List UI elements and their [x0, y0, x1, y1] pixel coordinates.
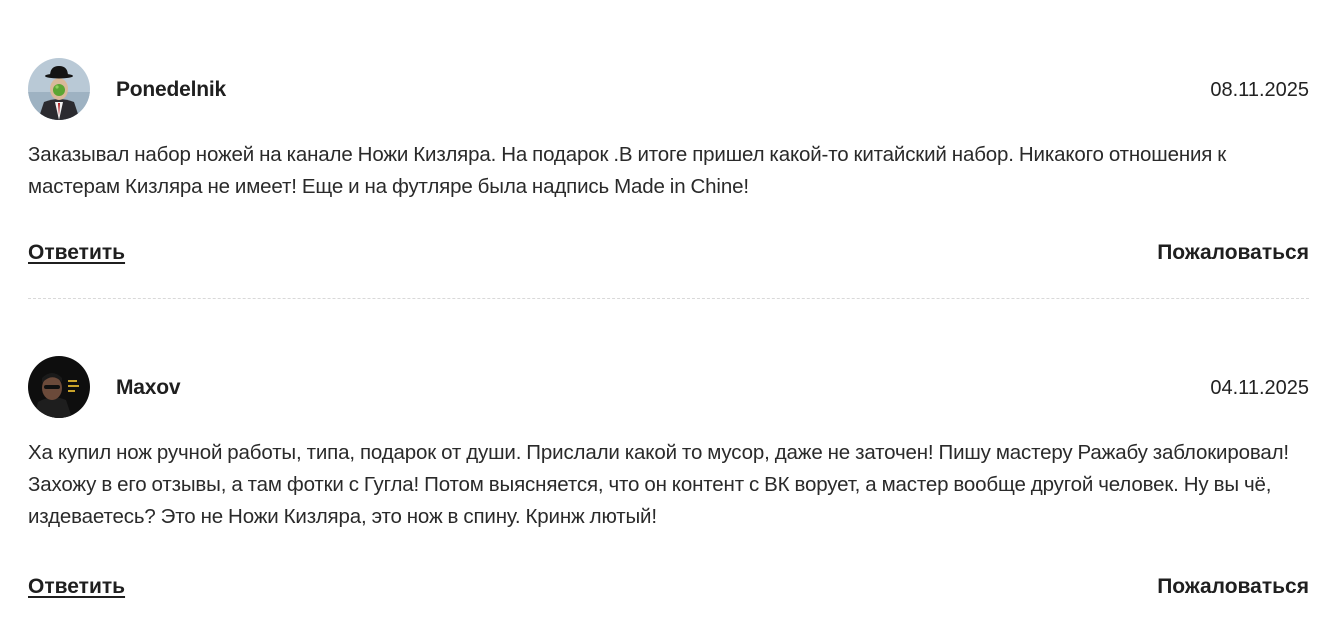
comment-text: Ха купил нож ручной работы, типа, подаро… [28, 441, 1289, 528]
avatar-image [28, 356, 90, 418]
report-link[interactable]: Пожаловаться [1157, 575, 1309, 599]
comment-item: Ponedelnik 08.11.2025 Заказывал набор но… [28, 58, 1309, 271]
comment-author: Ponedelnik [116, 78, 227, 101]
comment-divider [28, 298, 1309, 299]
reply-link[interactable]: Ответить [28, 575, 125, 599]
avatar[interactable] [28, 356, 90, 418]
avatar[interactable] [28, 58, 90, 120]
comment-actions: Ответить Пожаловаться [28, 241, 1309, 271]
comment-actions: Ответить Пожаловаться [28, 575, 1309, 605]
comment-date: 08.11.2025 [1210, 79, 1309, 101]
report-link[interactable]: Пожаловаться [1157, 241, 1309, 265]
comment-date: 04.11.2025 [1210, 377, 1309, 399]
comment-author: Maxov [116, 376, 181, 399]
comment-text: Заказывал набор ножей на канале Ножи Киз… [28, 143, 1227, 198]
comment-item: Maxov 04.11.2025 Ха купил нож ручной раб… [28, 356, 1309, 605]
avatar-image [28, 58, 90, 120]
comment-header: Maxov 04.11.2025 [28, 356, 1309, 420]
reply-link[interactable]: Ответить [28, 241, 125, 265]
comment-header: Ponedelnik 08.11.2025 [28, 58, 1309, 122]
